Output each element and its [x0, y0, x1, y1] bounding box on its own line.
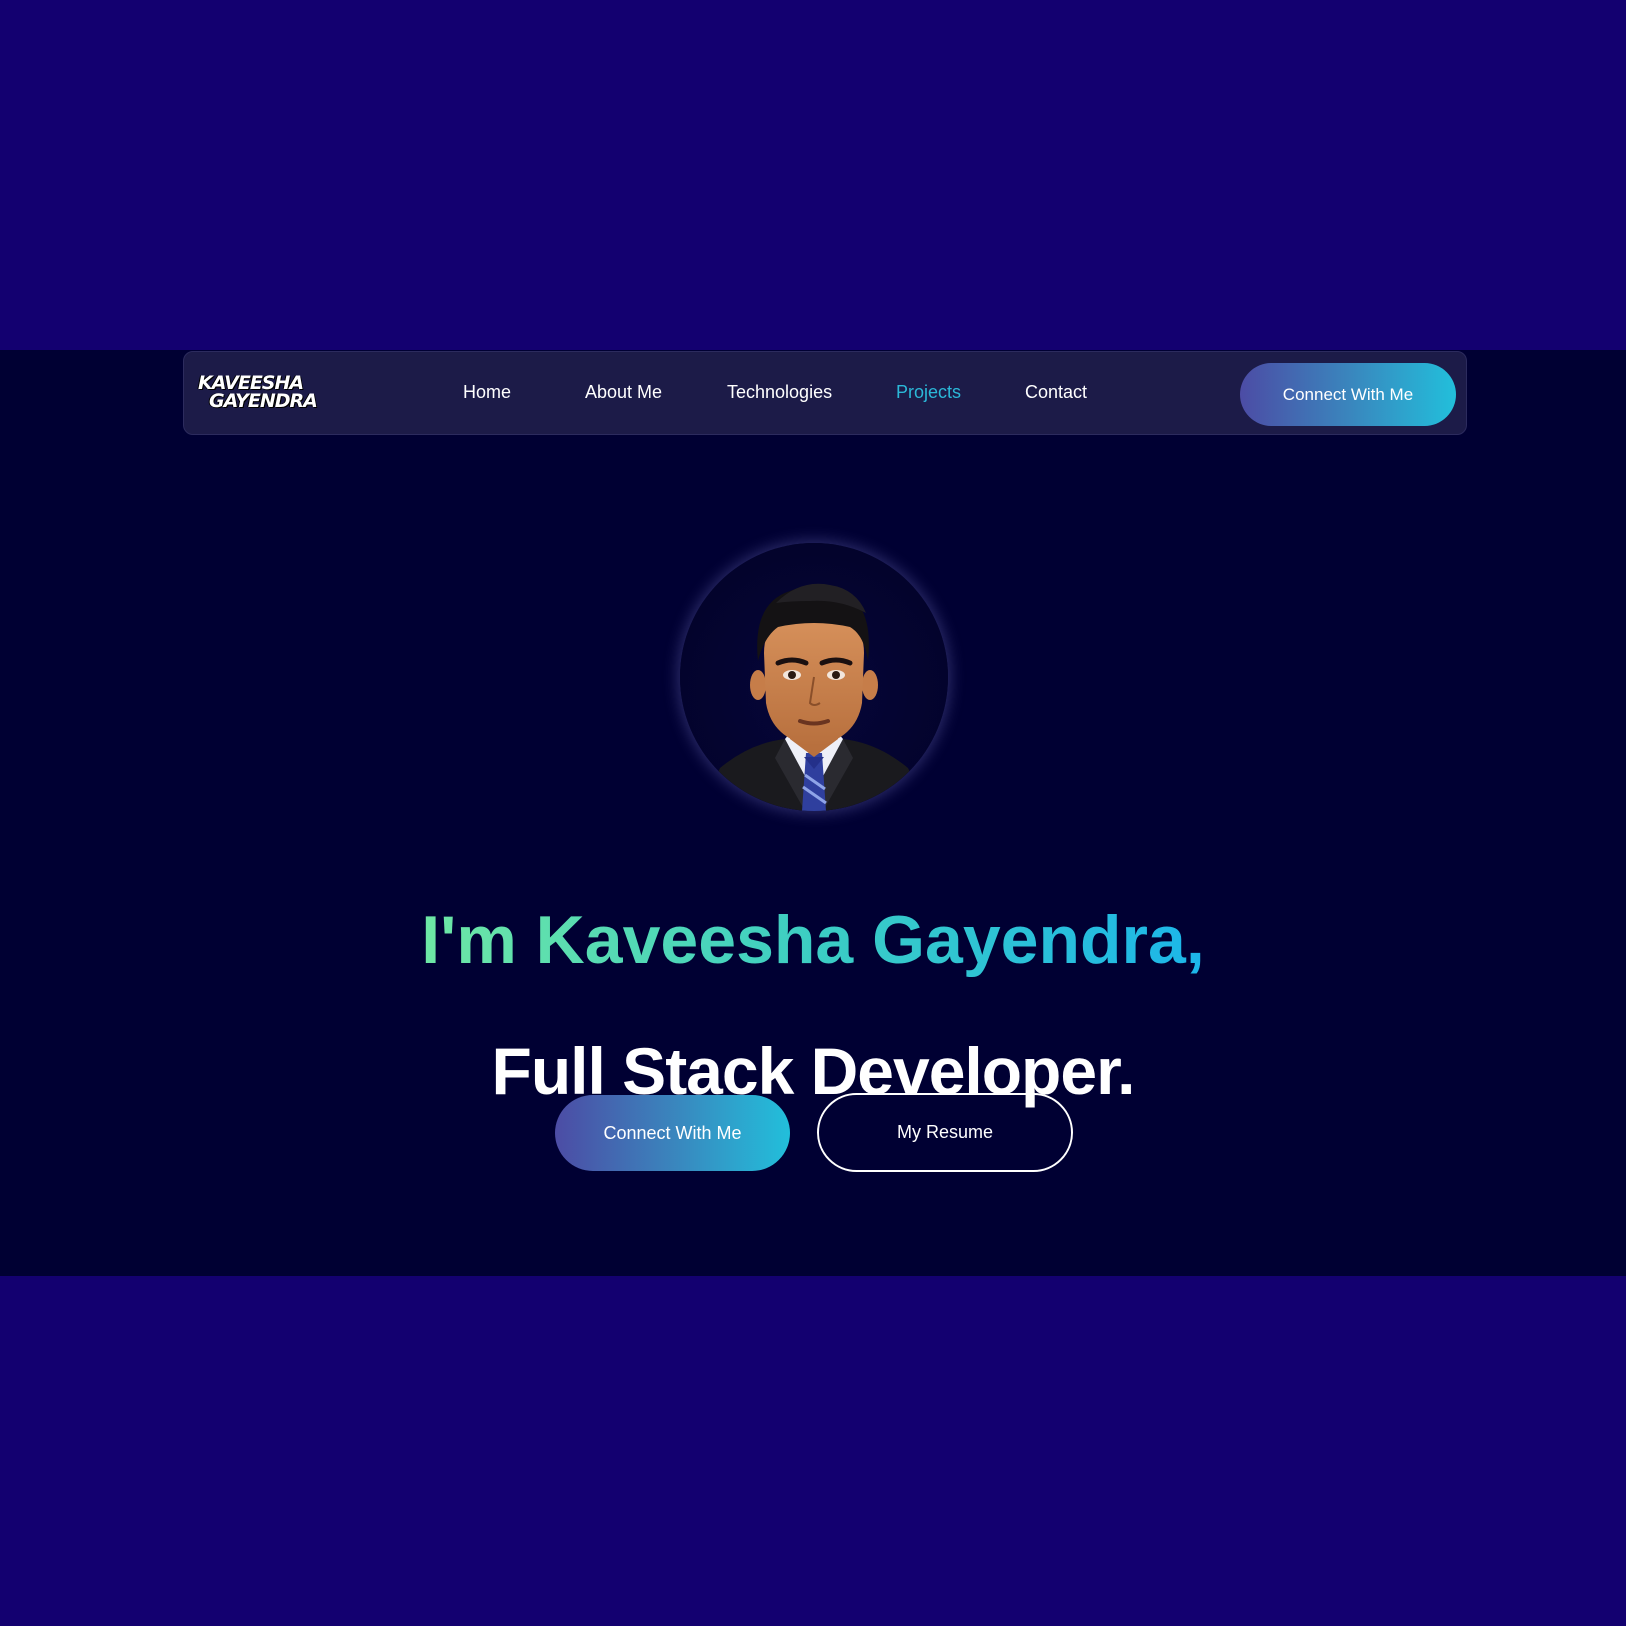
resume-button[interactable]: My Resume — [817, 1093, 1073, 1172]
nav-link-home[interactable]: Home — [463, 378, 511, 406]
profile-photo-illustration — [700, 583, 928, 811]
hero-connect-button[interactable]: Connect With Me — [555, 1095, 790, 1171]
nav-connect-button[interactable]: Connect With Me — [1240, 363, 1456, 426]
nav-link-about-me[interactable]: About Me — [585, 378, 662, 406]
hero-subtitle: Full Stack Developer. — [491, 1033, 1136, 1108]
profile-avatar — [680, 543, 948, 811]
hero-title-text: I'm Kaveesha Gayendra, — [421, 901, 1205, 978]
nav-link-contact[interactable]: Contact — [1025, 378, 1087, 406]
nav-link-technologies[interactable]: Technologies — [727, 378, 832, 406]
top-navbar: KAVEESHA GAYENDRA Home About Me Technolo… — [183, 351, 1467, 435]
page-backdrop: KAVEESHA GAYENDRA Home About Me Technolo… — [0, 0, 1626, 1626]
hero-title: I'm Kaveesha Gayendra, — [0, 900, 1626, 980]
nav-link-projects[interactable]: Projects — [896, 378, 961, 406]
website-viewport: KAVEESHA GAYENDRA Home About Me Technolo… — [0, 350, 1626, 1276]
